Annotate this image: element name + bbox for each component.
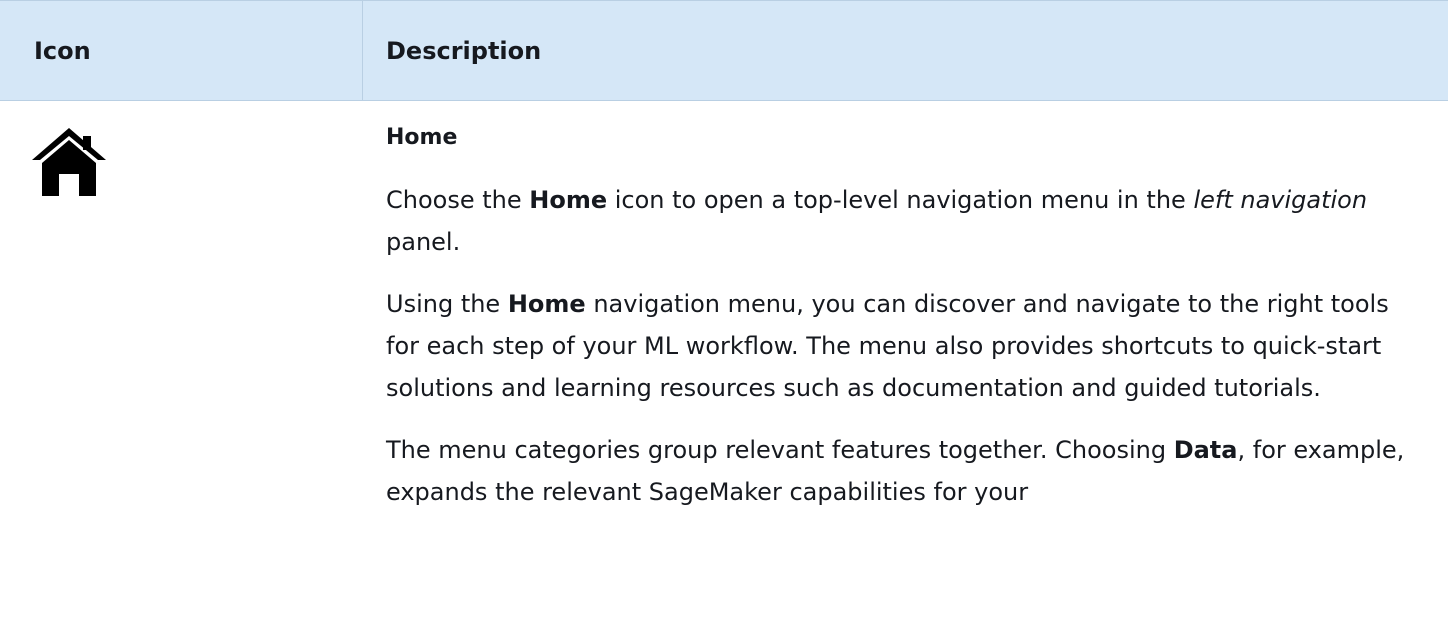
text-segment: Choose the: [386, 186, 530, 214]
text-segment: Using the: [386, 290, 508, 318]
column-header-description: Description: [386, 37, 542, 65]
bold-text-home: Home: [529, 186, 608, 214]
row-title: Home: [386, 125, 458, 150]
description-paragraph-1: Choose the Home icon to open a top-level…: [386, 179, 1406, 263]
italic-text-left-navigation: left navigation: [1193, 186, 1368, 214]
text-segment: The menu categories group relevant featu…: [386, 436, 1174, 464]
column-header-icon: Icon: [34, 37, 91, 65]
bold-text-home: Home: [507, 290, 586, 318]
description-paragraph-3: The menu categories group relevant featu…: [386, 429, 1406, 513]
icon-description-table: Icon Description Home Choose the Home ic…: [0, 0, 1448, 626]
column-divider: [362, 1, 363, 100]
text-segment: panel.: [386, 228, 461, 256]
bold-text-data: Data: [1173, 436, 1238, 464]
text-segment: icon to open a top-level navigation menu…: [607, 186, 1194, 214]
home-icon: [30, 126, 108, 198]
description-cell: Home Choose the Home icon to open a top-…: [386, 113, 1406, 513]
description-paragraph-2: Using the Home navigation menu, you can …: [386, 283, 1406, 409]
table-header-row: Icon Description: [0, 0, 1448, 101]
